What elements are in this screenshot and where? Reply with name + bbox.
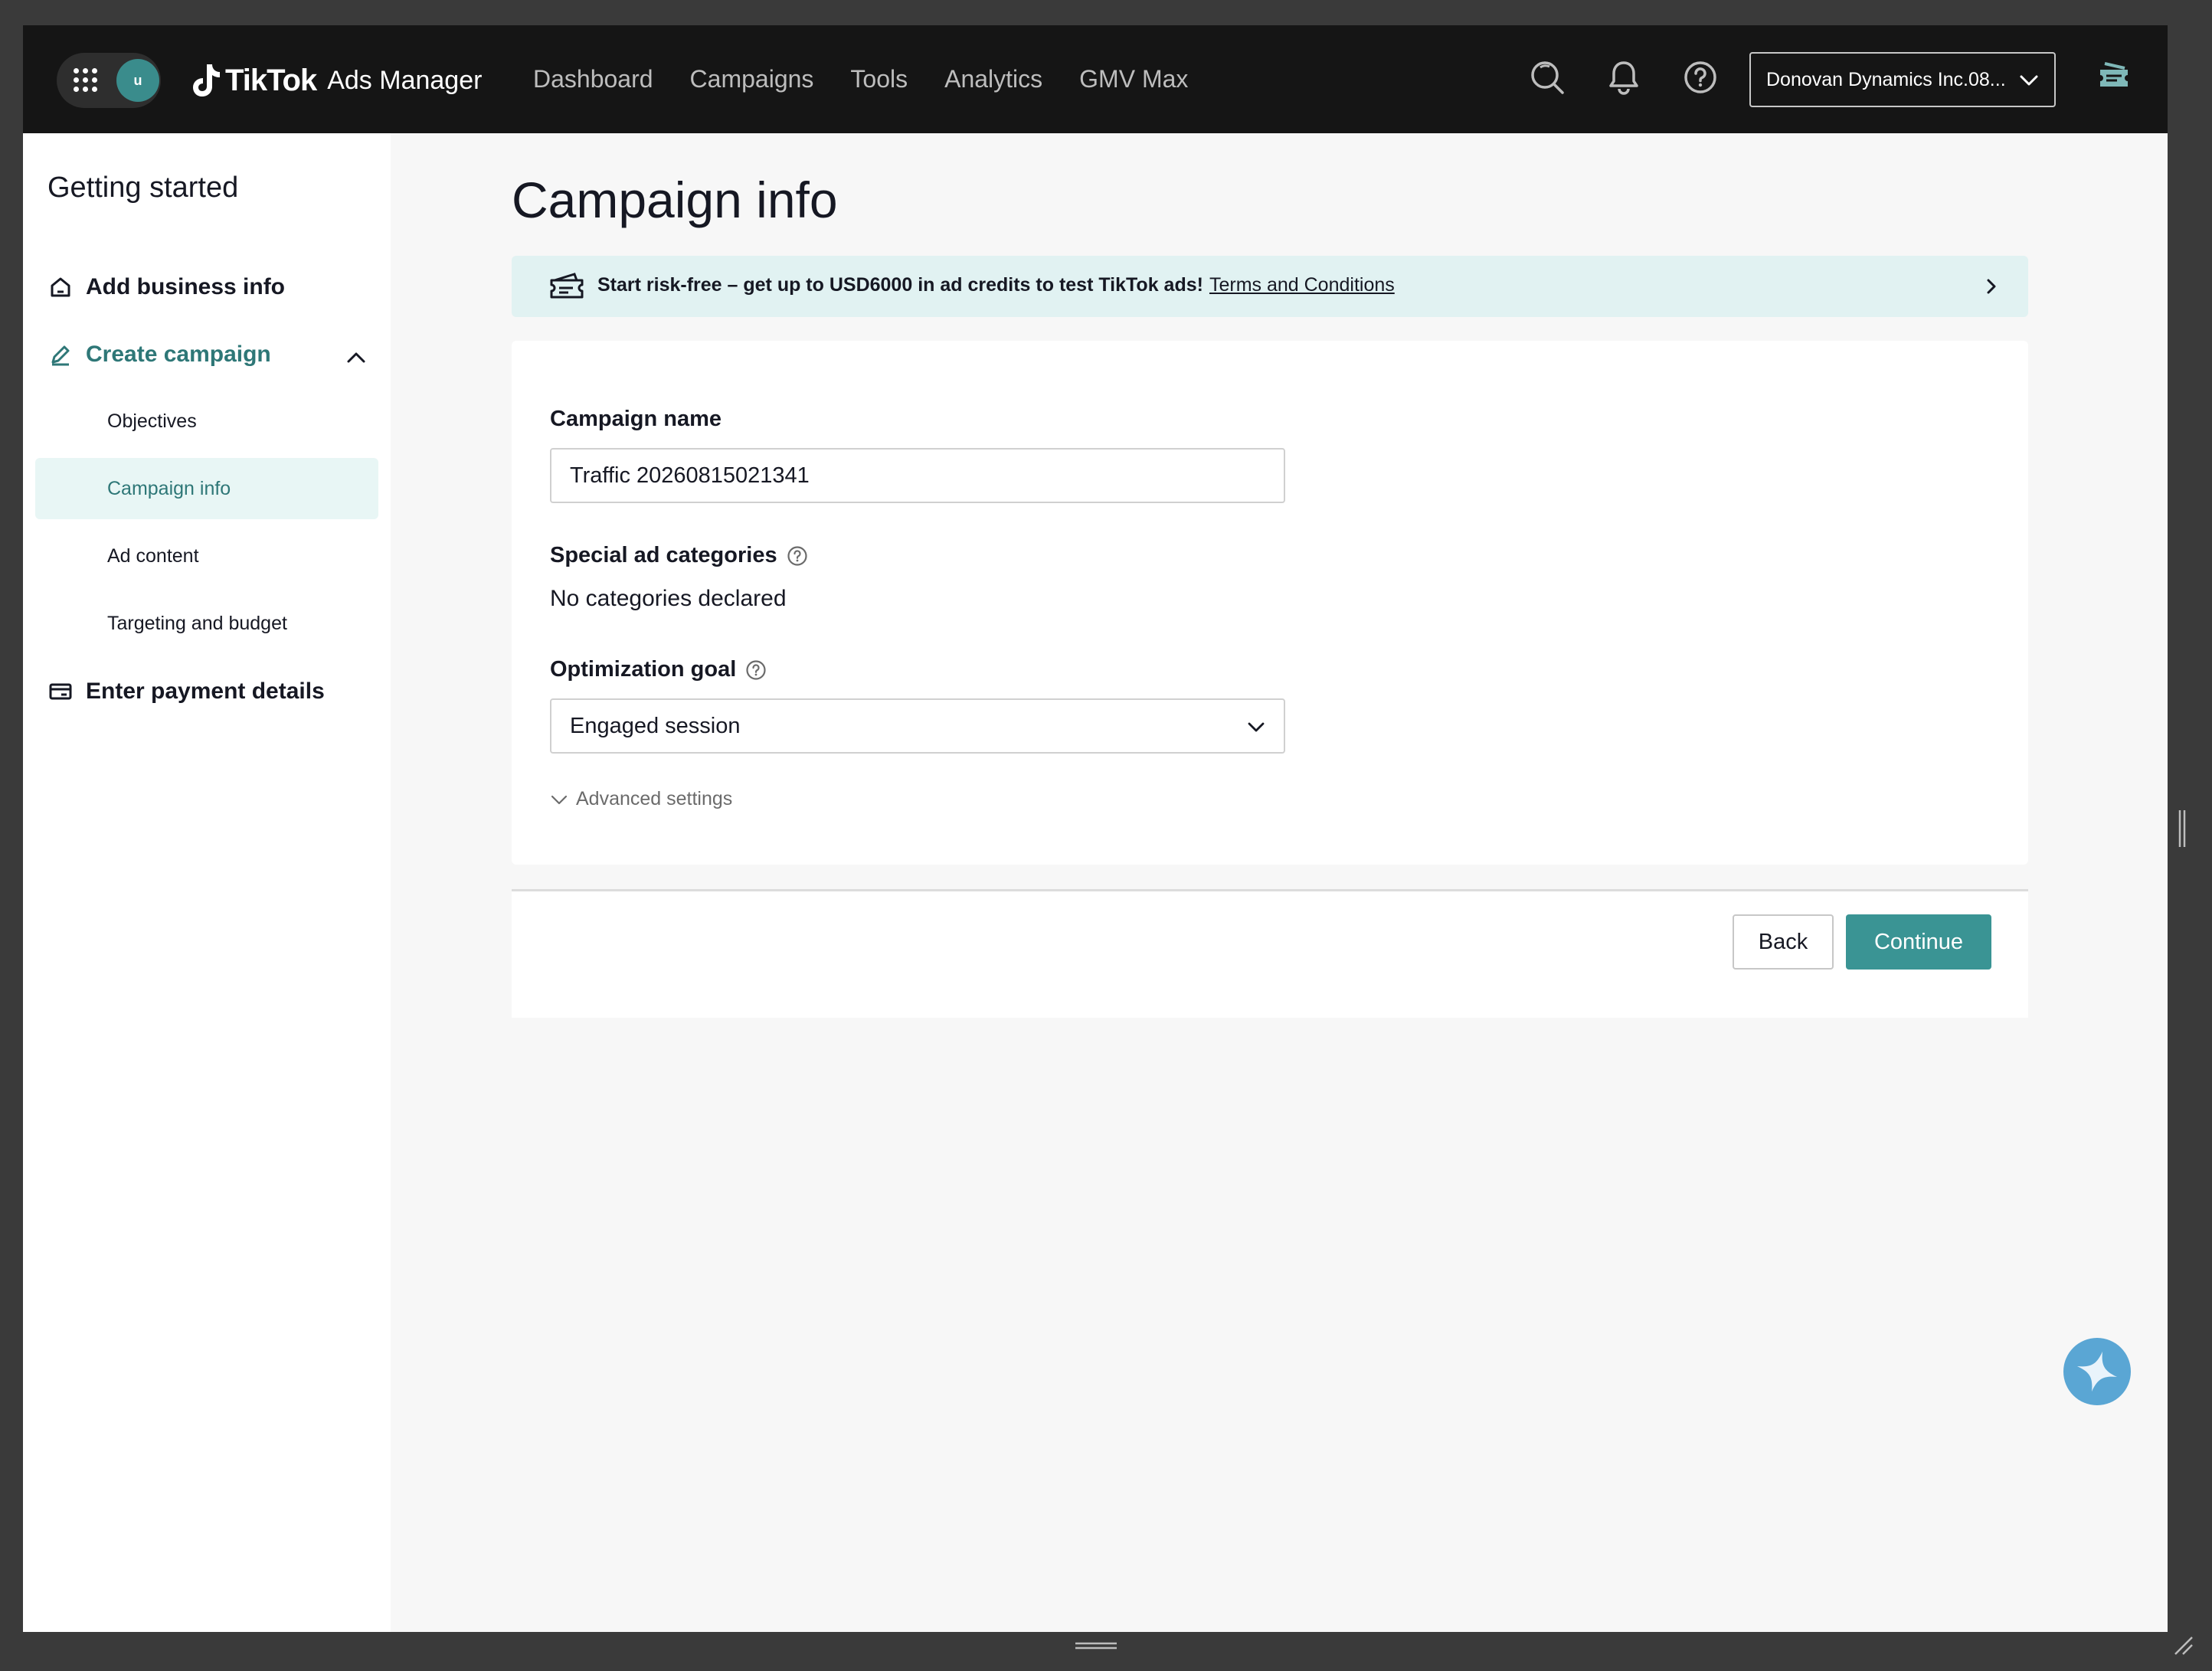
resize-handle-bottom[interactable]	[1075, 1641, 1117, 1650]
help-icon[interactable]	[745, 659, 767, 681]
terms-link[interactable]: Terms and Conditions	[1209, 274, 1395, 296]
nav-tools[interactable]: Tools	[850, 65, 908, 93]
main-nav: Dashboard Campaigns Tools Analytics GMV …	[533, 25, 1188, 133]
account-selector[interactable]: Donovan Dynamics Inc.08...	[1749, 52, 2056, 107]
header-icons	[1527, 57, 1720, 97]
sidebar-sub-objectives[interactable]: Objectives	[35, 391, 378, 452]
sidebar-sub-ad-content[interactable]: Ad content	[35, 525, 378, 587]
resize-corner-icon[interactable]	[2172, 1634, 2194, 1656]
top-navigation-bar: u TikTok Ads Manager Dashboard Campaigns…	[23, 25, 2168, 133]
chevron-right-icon[interactable]	[1982, 277, 2001, 296]
tiktok-note-icon	[193, 64, 220, 96]
back-button[interactable]: Back	[1733, 914, 1834, 970]
campaign-name-label: Campaign name	[550, 407, 722, 431]
sidebar-item-add-business[interactable]: Add business info	[47, 274, 285, 300]
sidebar-item-payment[interactable]: Enter payment details	[47, 679, 325, 705]
credit-card-icon	[47, 679, 74, 705]
advanced-settings-label: Advanced settings	[576, 788, 733, 809]
nav-gmv-max[interactable]: GMV Max	[1079, 65, 1188, 93]
optimization-goal-select[interactable]: Engaged session	[550, 698, 1285, 754]
chevron-down-icon	[1248, 722, 1265, 732]
chevron-down-icon	[551, 795, 568, 804]
promo-banner[interactable]: Start risk-free – get up to USD6000 in a…	[512, 256, 2028, 317]
special-ad-value: No categories declared	[550, 586, 787, 611]
search-icon[interactable]	[1527, 57, 1567, 97]
help-icon[interactable]	[787, 545, 808, 567]
ai-assistant-button[interactable]	[2063, 1338, 2131, 1405]
user-avatar[interactable]: u	[116, 59, 159, 102]
account-name: Donovan Dynamics Inc.08...	[1766, 68, 2006, 90]
continue-button[interactable]: Continue	[1846, 914, 1991, 970]
nav-analytics[interactable]: Analytics	[944, 65, 1042, 93]
resize-handle-right[interactable]	[2178, 810, 2187, 847]
sidebar-title: Getting started	[47, 172, 239, 204]
sidebar-item-create-campaign[interactable]: Create campaign	[47, 342, 271, 368]
ticket-icon	[550, 273, 584, 299]
optimization-goal-label-text: Optimization goal	[550, 657, 737, 682]
campaign-form-card: Campaign name Traffic 20260815021341 Spe…	[512, 341, 2028, 865]
brand-logo[interactable]: TikTok Ads Manager	[190, 57, 482, 103]
brand-name: TikTok	[225, 63, 317, 97]
page-title: Campaign info	[512, 172, 838, 228]
sparkle-icon	[2076, 1351, 2118, 1392]
brand-product: Ads Manager	[327, 65, 483, 95]
bell-icon[interactable]	[1604, 57, 1644, 97]
sidebar-sub-campaign-info[interactable]: Campaign info	[35, 458, 378, 519]
nav-dashboard[interactable]: Dashboard	[533, 65, 653, 93]
advanced-settings-toggle[interactable]: Advanced settings	[550, 788, 732, 810]
chevron-down-icon	[2020, 75, 2038, 86]
nav-campaigns[interactable]: Campaigns	[690, 65, 814, 93]
help-icon[interactable]	[1680, 57, 1720, 97]
app-window: u TikTok Ads Manager Dashboard Campaigns…	[23, 25, 2168, 1632]
sidebar-item-label: Enter payment details	[86, 679, 325, 704]
special-ad-label: Special ad categories	[550, 543, 808, 568]
form-footer: Back Continue	[512, 889, 2028, 1018]
banner-message: Start risk-free – get up to USD6000 in a…	[597, 274, 1203, 296]
sidebar-sub-targeting-budget[interactable]: Targeting and budget	[35, 593, 378, 654]
sidebar: Getting started Add business info Create…	[23, 133, 391, 1632]
app-switcher[interactable]: u	[57, 53, 161, 108]
special-ad-label-text: Special ad categories	[550, 543, 777, 567]
banner-text: Start risk-free – get up to USD6000 in a…	[597, 274, 1395, 296]
home-icon	[47, 274, 74, 300]
ticket-icon[interactable]	[2096, 59, 2132, 96]
optimization-goal-value: Engaged session	[570, 713, 741, 738]
apps-grid-icon	[74, 68, 98, 93]
pencil-icon	[47, 342, 74, 368]
optimization-goal-label: Optimization goal	[550, 657, 767, 682]
campaign-name-input[interactable]: Traffic 20260815021341	[550, 448, 1285, 503]
sidebar-item-label: Create campaign	[86, 342, 271, 367]
sidebar-item-label: Add business info	[86, 274, 286, 299]
chevron-up-icon[interactable]	[345, 346, 368, 369]
